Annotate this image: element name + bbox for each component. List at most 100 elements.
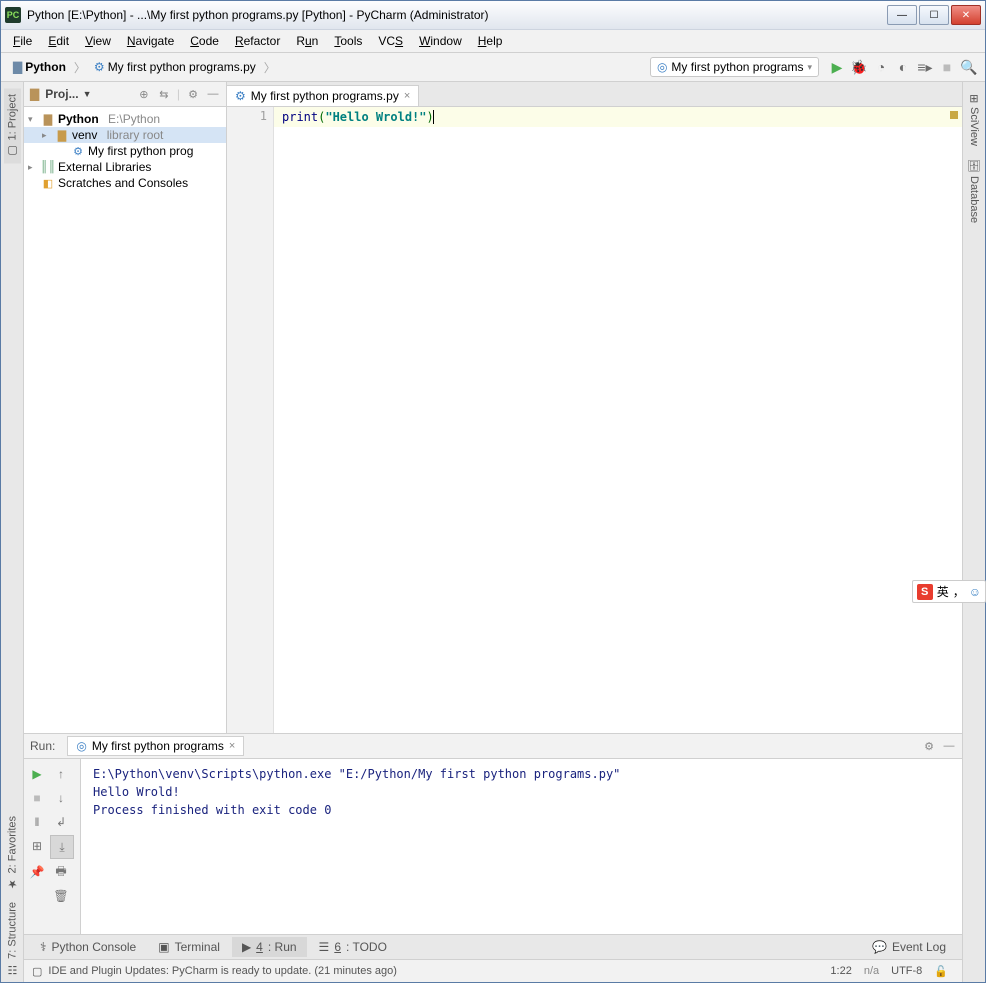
tree-root[interactable]: ▾ ▇ Python E:\Python bbox=[24, 111, 226, 127]
project-tool-window: ▇ Proj...▼ ⊕ ⇆ | ⚙ — ▾ ▇ bbox=[24, 82, 227, 733]
smile-icon: ☺ bbox=[969, 585, 981, 599]
code-line-1[interactable]: print("Hello Wrold!") bbox=[274, 107, 962, 127]
folder-icon: ▇ bbox=[30, 87, 39, 101]
pycharm-window: PC Python [E:\Python] - ...\My first pyt… bbox=[0, 0, 986, 983]
menu-navigate[interactable]: Navigate bbox=[119, 32, 182, 50]
tool-windows-icon[interactable]: ▢ bbox=[32, 965, 42, 978]
python-icon: ◎ bbox=[657, 60, 667, 74]
soft-wrap-button[interactable]: ↲ bbox=[50, 811, 72, 833]
pin-button[interactable]: 📌 bbox=[26, 861, 48, 883]
layout-button[interactable]: ⊞ bbox=[26, 835, 48, 857]
run-body: ▶↑ ■↓ ‖↲ ⊞⤓ 📌🖶 ×🗑 E:\Python\venv\Scripts… bbox=[24, 759, 962, 934]
scroll-to-end-button[interactable]: ⤓ bbox=[50, 835, 74, 859]
file-encoding[interactable]: UTF-8 bbox=[885, 965, 928, 977]
app-icon: PC bbox=[5, 7, 21, 23]
run-configuration-selector[interactable]: ◎ My first python programs ▾ bbox=[650, 57, 819, 77]
collapse-all-icon[interactable]: ⇆ bbox=[157, 87, 171, 101]
tree-scratches[interactable]: ◧ Scratches and Consoles bbox=[24, 175, 226, 191]
expand-arrow-icon[interactable]: ▾ bbox=[28, 114, 38, 125]
menu-run[interactable]: Run bbox=[288, 32, 326, 50]
hide-panel-icon[interactable]: — bbox=[206, 87, 220, 101]
run-panel-tab[interactable]: ◎ My first python programs × bbox=[67, 736, 244, 756]
tool-tab-project[interactable]: ▢ 1: Project bbox=[4, 88, 21, 163]
event-log-button[interactable]: 💬Event Log bbox=[862, 937, 956, 957]
tree-file[interactable]: ⚙ My first python prog bbox=[24, 143, 226, 159]
close-button[interactable]: ✕ bbox=[951, 5, 981, 25]
python-file-icon: ⚙ bbox=[94, 60, 105, 74]
menu-view[interactable]: View bbox=[77, 32, 119, 50]
close-tab-icon[interactable]: × bbox=[229, 740, 235, 752]
menu-code[interactable]: Code bbox=[182, 32, 227, 50]
tool-tab-structure[interactable]: ☷ 7: Structure bbox=[4, 896, 21, 982]
debug-button[interactable]: 🐞 bbox=[849, 57, 869, 77]
line-number-gutter: 1 bbox=[227, 107, 274, 733]
sciview-icon: ⊞ bbox=[968, 94, 981, 103]
console-output[interactable]: E:\Python\venv\Scripts\python.exe "E:/Py… bbox=[81, 759, 962, 934]
expand-arrow-icon[interactable]: ▸ bbox=[42, 130, 52, 141]
breadcrumb-root-label: Python bbox=[25, 60, 66, 74]
print-button[interactable]: 🖶 bbox=[50, 861, 72, 883]
menu-tools[interactable]: Tools bbox=[326, 32, 370, 50]
breadcrumb-root[interactable]: ▇ Python bbox=[7, 58, 72, 76]
tool-tab-run[interactable]: ▶4: Run bbox=[232, 937, 307, 957]
line-separator[interactable]: n/a bbox=[858, 965, 885, 977]
window-title: Python [E:\Python] - ...\My first python… bbox=[27, 8, 887, 22]
menu-file[interactable]: File bbox=[5, 32, 40, 50]
settings-icon[interactable]: ⚙ bbox=[186, 87, 200, 101]
tool-tab-python-console[interactable]: ⚕Python Console bbox=[30, 937, 146, 957]
menu-vcs[interactable]: VCS bbox=[370, 32, 411, 50]
editor-tabs: ⚙ My first python programs.py × bbox=[227, 82, 962, 107]
code-editor[interactable]: 1 print("Hello Wrold!") bbox=[227, 107, 962, 733]
project-icon: ▢ bbox=[6, 144, 19, 157]
project-panel-header: ▇ Proj...▼ ⊕ ⇆ | ⚙ — bbox=[24, 82, 226, 107]
stop-button[interactable]: ■ bbox=[937, 57, 957, 77]
tree-venv[interactable]: ▸ ▇ venv library root bbox=[24, 127, 226, 143]
hide-panel-icon[interactable]: — bbox=[942, 739, 956, 753]
python-file-icon: ⚙ bbox=[71, 145, 85, 158]
close-tab-icon[interactable]: × bbox=[404, 90, 410, 102]
expand-arrow-icon[interactable]: ▸ bbox=[28, 162, 38, 173]
ime-lang: 英 bbox=[937, 583, 949, 600]
rerun-button[interactable]: ▶ bbox=[26, 763, 48, 785]
statusbar: ▢ IDE and Plugin Updates: PyCharm is rea… bbox=[24, 959, 962, 982]
tool-tab-terminal[interactable]: ▣Terminal bbox=[148, 937, 230, 957]
concurrency-button[interactable]: ≡▸ bbox=[915, 57, 935, 77]
up-stack-button[interactable]: ↑ bbox=[50, 763, 72, 785]
tree-root-name: Python bbox=[58, 112, 99, 126]
editor-split: ▇ Proj...▼ ⊕ ⇆ | ⚙ — ▾ ▇ bbox=[24, 82, 962, 733]
scroll-from-source-icon[interactable]: ⊕ bbox=[137, 87, 151, 101]
tool-tab-favorites[interactable]: ★ 2: Favorites bbox=[4, 810, 21, 896]
tool-tab-todo[interactable]: ☰6: TODO bbox=[309, 937, 397, 957]
event-log-icon: 💬 bbox=[872, 940, 887, 954]
tree-external-libraries[interactable]: ▸ ║║ External Libraries bbox=[24, 159, 226, 175]
tool-tab-structure-label: 7: Structure bbox=[6, 902, 18, 959]
menu-refactor[interactable]: Refactor bbox=[227, 32, 288, 50]
editor-tab[interactable]: ⚙ My first python programs.py × bbox=[226, 85, 419, 106]
clear-all-button[interactable]: 🗑 bbox=[50, 885, 72, 907]
menu-edit[interactable]: Edit bbox=[40, 32, 77, 50]
pause-button[interactable]: ‖ bbox=[26, 811, 48, 833]
project-tree: ▾ ▇ Python E:\Python ▸ ▇ venv library ro… bbox=[24, 107, 226, 733]
tool-tab-sciview[interactable]: ⊞ SciView bbox=[966, 88, 983, 152]
stop-button[interactable]: ■ bbox=[26, 787, 48, 809]
down-stack-button[interactable]: ↓ bbox=[50, 787, 72, 809]
menu-window[interactable]: Window bbox=[411, 32, 470, 50]
scratches-icon: ◧ bbox=[41, 177, 55, 190]
coverage-button[interactable]: ◔ bbox=[871, 57, 891, 77]
profiler-button[interactable]: ◐ bbox=[893, 57, 913, 77]
breadcrumb-file[interactable]: ⚙ My first python programs.py bbox=[88, 58, 262, 76]
minimize-button[interactable]: — bbox=[887, 5, 917, 25]
right-tool-stripe: ⊞ SciView 🗄 Database bbox=[962, 82, 985, 982]
main-body: ▢ 1: Project ★ 2: Favorites ☷ 7: Structu… bbox=[1, 82, 985, 982]
search-everywhere-button[interactable]: 🔍 bbox=[959, 57, 979, 77]
tool-tab-database[interactable]: 🗄 Database bbox=[966, 152, 983, 229]
lock-icon[interactable]: 🔓 bbox=[928, 965, 954, 978]
ime-indicator[interactable]: S 英 ， ☺ bbox=[912, 580, 986, 603]
menu-help[interactable]: Help bbox=[470, 32, 511, 50]
maximize-button[interactable]: ☐ bbox=[919, 5, 949, 25]
run-button[interactable]: ▶ bbox=[827, 57, 847, 77]
python-file-icon: ⚙ bbox=[235, 89, 246, 103]
cursor-position[interactable]: 1:22 bbox=[824, 965, 857, 977]
editor-tab-label: My first python programs.py bbox=[251, 89, 399, 103]
settings-icon[interactable]: ⚙ bbox=[922, 739, 936, 753]
